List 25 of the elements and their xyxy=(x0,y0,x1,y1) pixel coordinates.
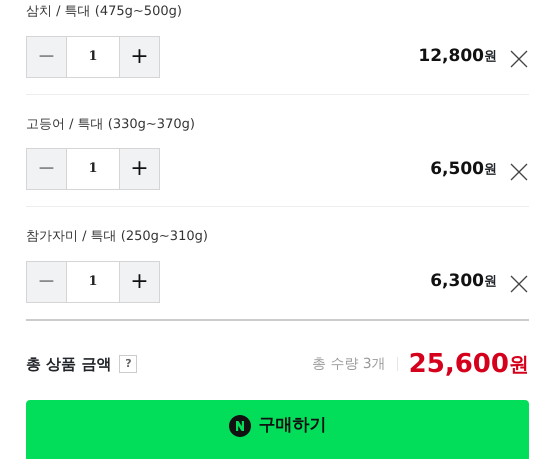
increase-button[interactable]: + xyxy=(119,148,160,190)
buy-button[interactable]: 구매하기 xyxy=(26,400,529,459)
currency-unit: 원 xyxy=(509,351,529,378)
logo-icon xyxy=(228,414,250,436)
price: 6,500 xyxy=(430,158,484,180)
quantity-field[interactable]: 1 xyxy=(67,260,119,302)
price: 6,300 xyxy=(430,270,484,293)
close-icon xyxy=(509,49,529,70)
price: 12,800 xyxy=(418,45,484,68)
currency-unit: 원 xyxy=(484,160,497,178)
help-button[interactable]: ? xyxy=(119,355,138,373)
total-quantity: 총 수량 3개 xyxy=(312,354,386,374)
product-name: 삼치 / 특대 (475g~500g) xyxy=(26,3,183,21)
product-name: 고등어 / 특대 (330g~370g) xyxy=(26,116,196,134)
currency-unit: 원 xyxy=(484,273,497,291)
quantity-field[interactable]: 1 xyxy=(67,36,119,78)
quantity-field[interactable]: 1 xyxy=(67,148,119,190)
increase-button[interactable]: + xyxy=(119,260,160,302)
close-icon xyxy=(509,162,529,182)
product-name: 참가자미 / 특대 (250g~310g) xyxy=(26,228,209,246)
increase-button[interactable]: + xyxy=(119,36,160,78)
total-label: 총 상품 금액 xyxy=(26,354,112,375)
currency-unit: 원 xyxy=(484,48,497,66)
total-amount: 25,600 xyxy=(408,348,509,380)
close-icon xyxy=(509,274,529,294)
